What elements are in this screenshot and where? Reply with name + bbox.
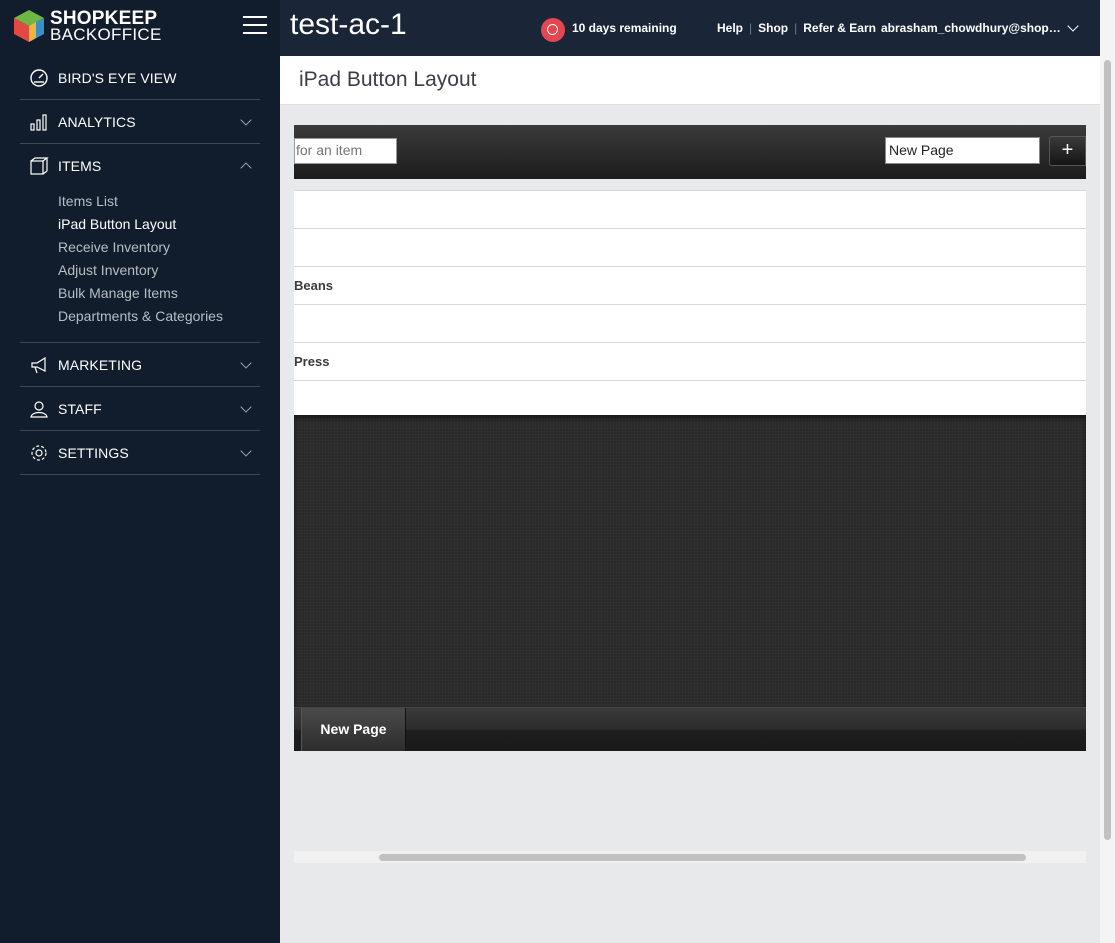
- item-list: Beans Press: [294, 190, 1086, 415]
- vertical-scrollbar[interactable]: [1100, 0, 1115, 943]
- nav-label-settings: SETTINGS: [58, 444, 129, 461]
- nav-birds-eye-view[interactable]: BIRD'S EYE VIEW: [20, 56, 260, 100]
- megaphone-icon: [29, 355, 49, 375]
- menu-toggle-icon[interactable]: [243, 16, 267, 36]
- nav-label-analytics: ANALYTICS: [58, 113, 136, 130]
- list-item[interactable]: [294, 305, 1086, 343]
- sidebar-nav: BIRD'S EYE VIEW ANALYTICS ITEMS Items Li…: [20, 56, 260, 475]
- nav-settings[interactable]: SETTINGS: [20, 431, 260, 475]
- sidebar: SHOPKEEP BACKOFFICE BIRD'S EYE VIEW ANAL…: [0, 0, 280, 943]
- chevron-down-icon: [240, 357, 252, 369]
- scrollbar-thumb[interactable]: [1104, 60, 1111, 840]
- chevron-down-icon: [240, 445, 252, 457]
- submenu-receive-inventory[interactable]: Receive Inventory: [58, 236, 260, 259]
- shopkeep-logo[interactable]: SHOPKEEP BACKOFFICE: [14, 8, 164, 46]
- nav-marketing[interactable]: MARKETING: [20, 343, 260, 387]
- gear-icon: [29, 443, 49, 463]
- nav-label-staff: STAFF: [58, 400, 102, 417]
- list-item[interactable]: Press: [294, 343, 1086, 381]
- page-tab-bar: New Page: [294, 707, 1086, 751]
- submenu-adjust-inventory[interactable]: Adjust Inventory: [58, 259, 260, 282]
- refer-earn-link[interactable]: Refer & Earn: [803, 21, 876, 35]
- item-search-input[interactable]: for an item: [294, 138, 397, 164]
- submenu-bulk-manage-items[interactable]: Bulk Manage Items: [58, 282, 260, 305]
- person-icon: [29, 399, 49, 419]
- page-title: iPad Button Layout: [299, 68, 477, 91]
- nav-items[interactable]: ITEMS: [20, 144, 260, 188]
- horizontal-scrollbar[interactable]: [294, 851, 1086, 863]
- list-item[interactable]: [294, 381, 1086, 415]
- list-item[interactable]: Beans: [294, 267, 1086, 305]
- top-links: Help | Shop | Refer & Earn: [717, 21, 876, 35]
- scrollbar-thumb[interactable]: [379, 854, 1026, 861]
- chevron-down-icon[interactable]: [1067, 20, 1079, 32]
- bar-chart-icon: [29, 112, 49, 132]
- button-grid-canvas[interactable]: New Page: [294, 415, 1086, 751]
- editor-toolbar: for an item New Page +: [294, 125, 1086, 179]
- nav-staff[interactable]: STAFF: [20, 387, 260, 431]
- page-header: iPad Button Layout: [280, 56, 1100, 105]
- add-page-button[interactable]: +: [1049, 136, 1086, 166]
- list-item[interactable]: [294, 191, 1086, 229]
- box-icon: [29, 156, 49, 176]
- nav-label-marketing: MARKETING: [58, 356, 143, 373]
- items-submenu: Items List iPad Button Layout Receive In…: [20, 188, 260, 343]
- list-item[interactable]: [294, 229, 1086, 267]
- submenu-departments-categories[interactable]: Departments & Categories: [58, 305, 260, 328]
- nav-label-items: ITEMS: [58, 158, 102, 174]
- shop-link[interactable]: Shop: [758, 21, 788, 35]
- chevron-up-icon: [240, 162, 252, 174]
- nav-label-birds-eye-view: BIRD'S EYE VIEW: [58, 69, 177, 86]
- submenu-ipad-button-layout[interactable]: iPad Button Layout: [58, 213, 260, 236]
- nav-analytics[interactable]: ANALYTICS: [20, 100, 260, 144]
- new-page-name-input[interactable]: New Page: [885, 137, 1040, 164]
- separator: |: [794, 21, 798, 35]
- chevron-down-icon: [240, 114, 252, 126]
- logo-text-backoffice: BACKOFFICE: [50, 25, 162, 44]
- submenu-items-list[interactable]: Items List: [58, 190, 260, 213]
- shopkeep-logo-icon: [14, 10, 44, 42]
- button-layout-editor: for an item New Page + Beans Press New P…: [294, 125, 1086, 751]
- chevron-down-icon: [240, 401, 252, 413]
- tab-new-page[interactable]: New Page: [301, 708, 406, 751]
- help-link[interactable]: Help: [717, 21, 743, 35]
- top-bar: test-ac-1 10 days remaining Help | Shop | Re…: [280, 0, 1100, 56]
- timer-icon: [541, 18, 565, 42]
- store-name: test-ac-1: [290, 8, 407, 41]
- speedometer-icon: [29, 68, 49, 88]
- trial-remaining: 10 days remaining: [572, 21, 677, 35]
- user-menu[interactable]: abrasham_chowdhury@shopkeep.com: [881, 21, 1061, 35]
- separator: |: [749, 21, 753, 35]
